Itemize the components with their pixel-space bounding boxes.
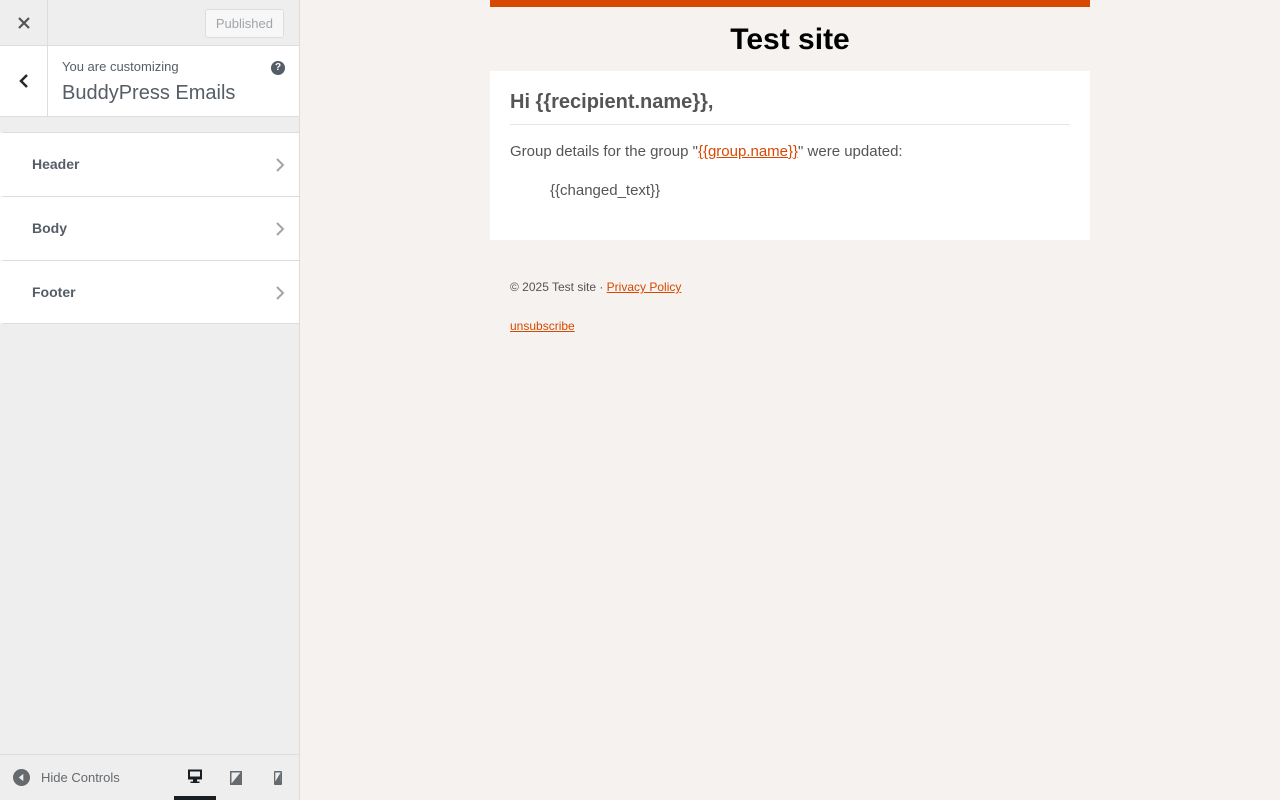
help-icon[interactable]: ? xyxy=(271,61,285,75)
email-body-text: Group details for the group "{{group.nam… xyxy=(510,143,1070,160)
chevron-left-icon xyxy=(18,74,28,88)
tablet-icon xyxy=(230,770,242,785)
chevron-right-icon xyxy=(276,222,285,236)
section-label: Body xyxy=(32,220,67,236)
body-suffix: " were updated: xyxy=(798,143,903,160)
preview-tablet-button[interactable] xyxy=(215,755,257,800)
close-icon xyxy=(17,16,30,29)
group-name-link[interactable]: {{group.name}} xyxy=(698,143,798,160)
mobile-icon xyxy=(274,770,282,785)
preview-mobile-button[interactable] xyxy=(257,755,299,800)
email-footer: © 2025 Test site · Privacy Policy unsubs… xyxy=(490,280,1090,333)
header-accent-bar xyxy=(490,0,1090,7)
email-preview: Test site Hi {{recipient.name}}, Group d… xyxy=(300,0,1280,800)
preview-desktop-button[interactable] xyxy=(174,755,216,800)
hide-controls-button[interactable]: Hide Controls xyxy=(13,769,120,786)
changed-text: {{changed_text}} xyxy=(550,182,661,199)
chevron-right-icon xyxy=(276,286,285,300)
hide-controls-label: Hide Controls xyxy=(41,770,120,785)
section-label: Footer xyxy=(32,284,76,300)
desktop-icon xyxy=(188,769,202,783)
section-header[interactable]: Header xyxy=(0,132,299,196)
site-title: Test site xyxy=(730,23,850,56)
collapse-icon xyxy=(13,769,30,786)
section-body[interactable]: Body xyxy=(0,196,299,260)
section-footer[interactable]: Footer xyxy=(0,260,299,324)
email-template: Test site Hi {{recipient.name}}, Group d… xyxy=(490,0,1090,333)
customizer-header: Published xyxy=(0,0,299,46)
chevron-right-icon xyxy=(276,158,285,172)
sections-list: Header Body Footer xyxy=(0,132,299,324)
customizing-label: You are customizing xyxy=(62,59,179,74)
close-customizer-button[interactable] xyxy=(0,0,48,45)
customizer-footer: Hide Controls xyxy=(0,754,299,800)
unsubscribe-link[interactable]: unsubscribe xyxy=(510,319,575,333)
privacy-policy-link[interactable]: Privacy Policy xyxy=(607,280,682,294)
email-greeting: Hi {{recipient.name}}, xyxy=(510,91,1070,125)
customizer-sidebar: Published You are customizing BuddyPress… xyxy=(0,0,300,800)
body-prefix: Group details for the group " xyxy=(510,143,698,160)
customizing-title: BuddyPress Emails xyxy=(62,82,236,104)
footer-copyright: © 2025 Test site · xyxy=(510,280,607,294)
customizing-info: You are customizing BuddyPress Emails ? xyxy=(0,46,299,117)
back-button[interactable] xyxy=(0,46,48,116)
publish-button[interactable]: Published xyxy=(204,9,284,38)
email-body-card: Hi {{recipient.name}}, Group details for… xyxy=(490,71,1090,240)
section-label: Header xyxy=(32,156,80,172)
